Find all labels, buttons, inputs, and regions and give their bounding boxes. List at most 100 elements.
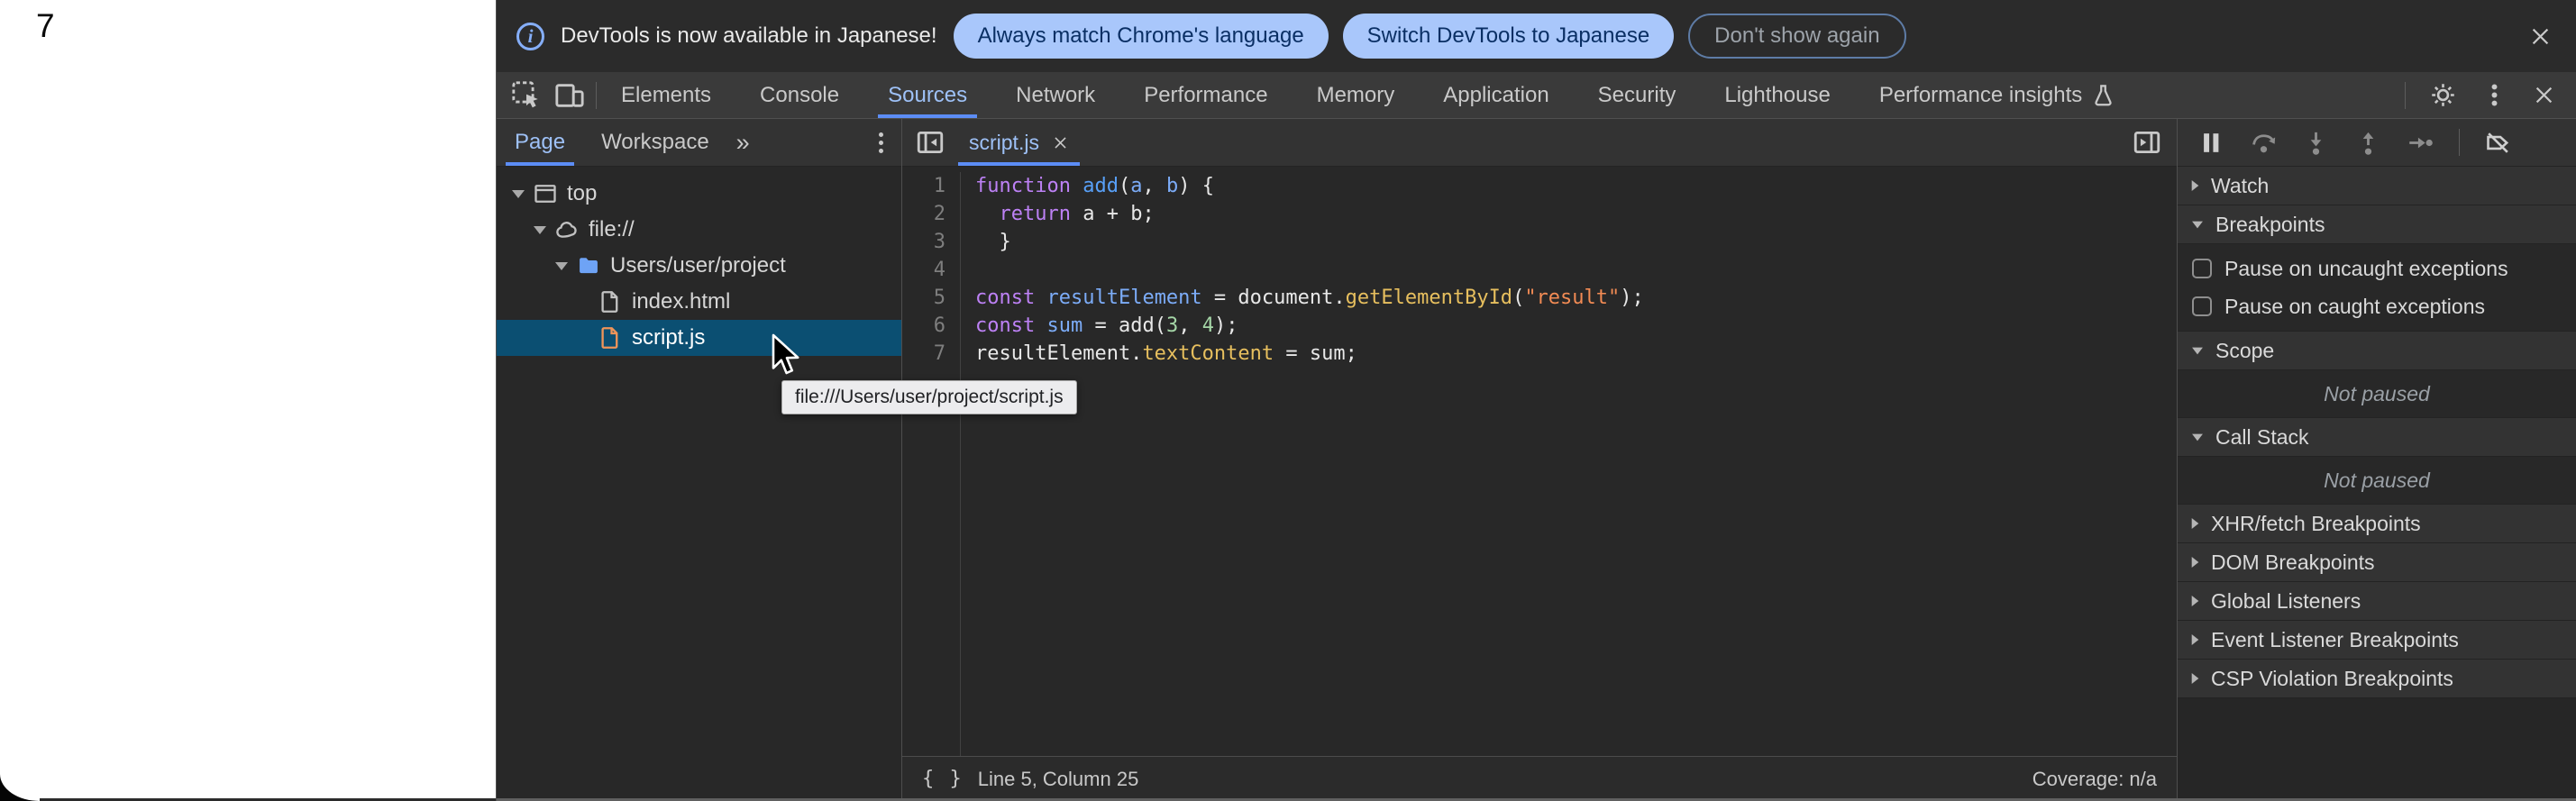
section-call-stack-content: Not paused [2178,457,2576,505]
navigator-toolbar: PageWorkspace » [497,119,901,167]
expand-arrow-icon[interactable] [527,226,553,234]
tree-item-top[interactable]: top [497,176,901,212]
editor-tab-close-icon[interactable] [1052,134,1069,151]
pretty-print-icon[interactable]: { } [922,768,964,790]
file-icon [598,289,623,314]
tab-network[interactable]: Network [991,72,1119,118]
section-label: DOM Breakpoints [2211,551,2375,575]
expand-arrow-icon [2192,673,2199,684]
toggle-navigator-button[interactable] [915,127,945,158]
tab-sources[interactable]: Sources [863,72,991,118]
debugger-toolbar-separator [2459,129,2460,156]
tree-item-index-html[interactable]: index.html [497,284,901,320]
section-csp-violation-breakpoints[interactable]: CSP Violation Breakpoints [2178,660,2576,698]
section-label: Event Listener Breakpoints [2211,628,2459,652]
line-number: 7 [902,340,960,368]
code-line: 4 [902,256,2177,284]
tree-item-script-js[interactable]: script.js [497,320,901,356]
code-text: const resultElement = document.getElemen… [960,284,2177,312]
not-paused-label: Not paused [2178,370,2576,417]
code-text [960,256,2177,284]
tab-elements[interactable]: Elements [597,72,735,118]
navigator-tab-page[interactable]: Page [497,119,583,166]
tab-security[interactable]: Security [1574,72,1701,118]
mouse-cursor-icon [768,333,804,380]
line-number: 6 [902,312,960,340]
tab-performance[interactable]: Performance [1119,72,1292,118]
more-options-icon[interactable] [2480,81,2508,109]
expand-arrow-icon [2192,180,2199,191]
editor-tabstrip: script.js [902,119,2177,167]
infobar-close-button[interactable] [2528,24,2553,49]
deactivate-breakpoints-icon[interactable] [2484,129,2512,157]
code-filler [902,368,2177,756]
step-over-icon[interactable] [2250,129,2278,157]
switch-devtools-to-japanese-button[interactable]: Switch DevTools to Japanese [1343,14,1675,59]
tab-performance-insights[interactable]: Performance insights [1855,72,2140,118]
section-dom-breakpoints[interactable]: DOM Breakpoints [2178,543,2576,582]
device-toolbar-icon[interactable] [554,80,585,111]
expand-arrow-icon [2192,518,2199,529]
pause-on-caught-exceptions-row[interactable]: Pause on caught exceptions [2178,287,2576,325]
section-call-stack[interactable]: Call Stack [2178,418,2576,457]
section-xhr-fetch-breakpoints[interactable]: XHR/fetch Breakpoints [2178,505,2576,543]
section-watch[interactable]: Watch [2178,167,2576,205]
tab-lighthouse[interactable]: Lighthouse [1700,72,1854,118]
close-icon[interactable] [2532,83,2556,107]
navigator-tab-workspace[interactable]: Workspace [583,119,727,166]
tree-item-label: file:// [589,217,635,242]
debugger-empty-area [2178,698,2576,801]
coverage-label: Coverage: n/a [2032,768,2157,791]
flask-icon [2091,83,2115,107]
section-scope[interactable]: Scope [2178,332,2576,370]
step-into-icon[interactable] [2302,129,2330,157]
section-global-listeners[interactable]: Global Listeners [2178,582,2576,621]
checkbox-label: Pause on uncaught exceptions [2224,257,2508,281]
section-breakpoints[interactable]: Breakpoints [2178,205,2576,244]
code-editor[interactable]: 1function add(a, b) {2 return a + b;3 }4… [902,167,2177,756]
editor-tab-script-js[interactable]: script.js [953,119,1085,166]
step-icon[interactable] [2407,129,2434,157]
code-line: 7resultElement.textContent = sum; [902,340,2177,368]
pause-icon[interactable] [2197,129,2225,157]
tab-label: Network [1016,83,1095,108]
toggle-debugger-button[interactable] [2132,127,2162,158]
code-line: 2 return a + b; [902,200,2177,228]
don-t-show-again-button[interactable]: Don't show again [1688,14,1905,59]
breakpoints-options: Pause on uncaught exceptions Pause on cau… [2178,244,2576,332]
sources-navigator-pane: PageWorkspace » top file:// Users/user/pro… [497,119,902,801]
section-scope-content: Not paused [2178,370,2576,418]
pause-on-caught-exceptions-checkbox[interactable] [2192,296,2212,316]
tab-label: Console [760,83,839,108]
expand-arrow-icon[interactable] [506,190,531,198]
always-match-chrome-s-language-button[interactable]: Always match Chrome's language [954,14,1329,59]
pause-on-uncaught-exceptions-checkbox[interactable] [2192,259,2212,278]
folder-icon [576,253,601,278]
tree-item-users-user-project[interactable]: Users/user/project [497,248,901,284]
tab-application[interactable]: Application [1419,72,1573,118]
debugger-toolbar [2178,119,2576,167]
code-line: 6const sum = add(3, 4); [902,312,2177,340]
line-number: 3 [902,228,960,256]
more-tabs-chevron[interactable]: » [727,129,759,157]
expand-arrow-icon [2192,596,2199,606]
step-out-icon[interactable] [2354,129,2382,157]
navigator-more-options-icon[interactable] [879,132,883,153]
pause-on-uncaught-exceptions-row[interactable]: Pause on uncaught exceptions [2178,250,2576,287]
tab-console[interactable]: Console [735,72,863,118]
tab-label: Performance insights [1879,83,2082,108]
settings-gear-icon[interactable] [2429,81,2457,109]
section-event-listener-breakpoints[interactable]: Event Listener Breakpoints [2178,621,2576,660]
tree-item-file[interactable]: file:// [497,212,901,248]
panel-tabs: Elements Console Sources Network Performance… [597,72,2140,118]
toolbar-separator [2405,82,2406,109]
checkbox-label: Pause on caught exceptions [2224,295,2485,319]
tab-label: Elements [621,83,711,108]
section-label: CSP Violation Breakpoints [2211,667,2453,691]
sources-editor-pane: script.js 1function add(a, b) {2 return … [902,119,2177,801]
section-label: Breakpoints [2215,213,2325,237]
tab-memory[interactable]: Memory [1293,72,1420,118]
expand-arrow-icon[interactable] [549,262,574,270]
triangle [534,226,546,234]
inspect-icon[interactable] [511,80,542,111]
